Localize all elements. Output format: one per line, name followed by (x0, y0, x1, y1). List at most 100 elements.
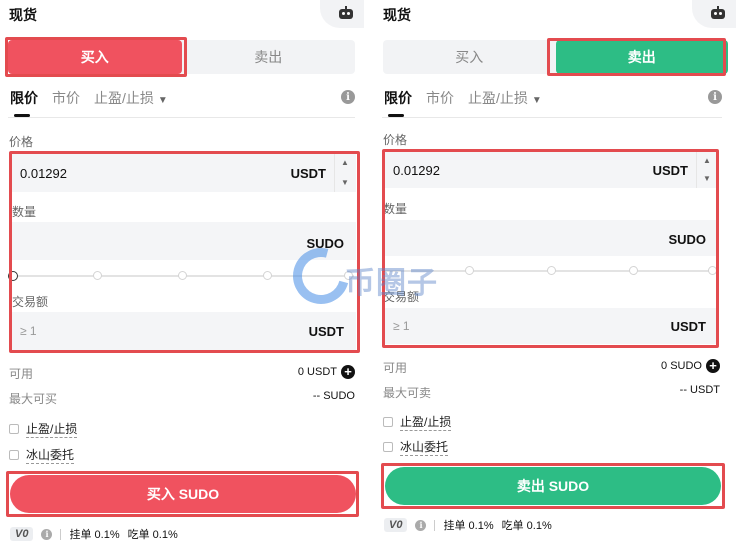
slider-step-25[interactable] (465, 266, 474, 275)
price-stepper[interactable]: ▲ ▼ (696, 152, 718, 188)
amount-slider[interactable] (8, 270, 354, 282)
divider (434, 519, 436, 531)
max-label: 最大可买 (9, 392, 58, 406)
info-icon[interactable]: i (341, 90, 355, 104)
info-icon[interactable]: i (708, 90, 722, 104)
stepper-up-icon[interactable]: ▲ (703, 156, 711, 165)
info-icon[interactable]: i (415, 519, 427, 531)
taker-fee: 吃单 0.1% (127, 529, 178, 541)
price-input[interactable]: 0.01292 USDT ▲ ▼ (12, 154, 356, 192)
trading-bot-button[interactable] (320, 0, 364, 28)
maker-fee: 挂单 0.1% (69, 529, 120, 541)
sell-panel: 现货 买入 卖出 限价 市价 止盈/止损 ▼ i 价格 0.01292 USDT … (374, 0, 736, 554)
tab-limit[interactable]: 限价 (10, 88, 38, 117)
total-placeholder: ≥ 1 (20, 324, 37, 338)
slider-step-75[interactable] (629, 266, 638, 275)
available-row: 可用 0 USDT + (9, 365, 355, 381)
checkbox-box[interactable] (383, 442, 393, 452)
max-row: 最大可买 -- SUDO (9, 390, 355, 406)
info-icon[interactable]: i (41, 528, 53, 540)
tab-sell[interactable]: 卖出 (182, 40, 356, 74)
buy-panel: 现货 买入 卖出 限价 市价 止盈/止损 ▼ i 价格 0.01292 USDT … (0, 0, 364, 554)
price-value: 0.01292 (20, 166, 67, 181)
vip-badge[interactable]: V0 (10, 527, 34, 541)
total-placeholder: ≥ 1 (393, 319, 410, 333)
slider-step-50[interactable] (547, 266, 556, 275)
fee-footer: V0 i 挂单 0.1% 吃单 0.1% (10, 526, 178, 542)
total-label: 交易额 (383, 290, 420, 304)
price-input[interactable]: 0.01292 USDT ▲ ▼ (385, 152, 718, 188)
tpsl-checkbox-label: 止盈/止损 (400, 415, 452, 431)
deposit-plus-icon[interactable]: + (341, 365, 355, 379)
checkbox-box[interactable] (9, 450, 19, 460)
iceberg-checkbox[interactable]: 冰山委托 (9, 446, 75, 464)
divider (8, 117, 355, 118)
tpsl-checkbox-label: 止盈/止损 (26, 422, 78, 438)
slider-step-75[interactable] (263, 271, 272, 280)
tab-market[interactable]: 市价 (426, 88, 454, 108)
tab-buy[interactable]: 买入 (383, 40, 556, 74)
available-label: 可用 (9, 367, 34, 381)
available-row: 可用 0 SUDO + (383, 359, 720, 375)
max-value: -- SUDO (312, 390, 355, 402)
panel-title: 现货 (383, 7, 411, 23)
total-input[interactable]: ≥ 1 USDT (12, 312, 356, 350)
panel-header: 现货 (374, 0, 736, 30)
amount-label: 数量 (383, 202, 408, 216)
tab-tpsl[interactable]: 止盈/止损 ▼ (94, 88, 168, 108)
slider-step-50[interactable] (178, 271, 187, 280)
slider-step-25[interactable] (93, 271, 102, 280)
slider-step-100[interactable] (708, 266, 717, 275)
slider-step-100[interactable] (344, 271, 353, 280)
vip-badge[interactable]: V0 (384, 518, 408, 532)
panel-header: 现货 (0, 0, 364, 30)
max-value: -- USDT (679, 384, 720, 396)
amount-label: 数量 (12, 205, 37, 219)
tab-sell[interactable]: 卖出 (555, 40, 728, 74)
iceberg-checkbox[interactable]: 冰山委托 (383, 438, 449, 456)
checkbox-box[interactable] (383, 417, 393, 427)
available-value: 0 SUDO (661, 360, 702, 372)
price-label: 价格 (9, 135, 34, 149)
panel-title: 现货 (9, 7, 37, 23)
buy-submit-button[interactable]: 买入 SUDO (10, 475, 356, 513)
tab-tpsl-label: 止盈/止损 (94, 90, 154, 106)
trading-bot-button[interactable] (692, 0, 736, 28)
side-tabs: 买入 卖出 (8, 40, 355, 74)
tab-buy[interactable]: 买入 (8, 40, 182, 74)
checkbox-box[interactable] (9, 424, 19, 434)
taker-fee: 吃单 0.1% (501, 520, 552, 532)
side-tabs: 买入 卖出 (383, 40, 728, 74)
divider (60, 528, 62, 540)
total-unit: USDT (308, 324, 344, 339)
tab-market[interactable]: 市价 (52, 88, 80, 108)
maker-fee: 挂单 0.1% (443, 520, 494, 532)
tab-tpsl-label: 止盈/止损 (468, 90, 528, 106)
price-stepper[interactable]: ▲ ▼ (334, 154, 356, 192)
iceberg-checkbox-label: 冰山委托 (400, 440, 449, 456)
amount-slider[interactable] (385, 265, 718, 277)
caret-down-icon: ▼ (157, 95, 168, 106)
amount-input[interactable]: SUDO (12, 222, 356, 260)
tpsl-checkbox[interactable]: 止盈/止损 (383, 413, 452, 431)
stepper-down-icon[interactable]: ▼ (341, 178, 349, 187)
stepper-up-icon[interactable]: ▲ (341, 158, 349, 167)
caret-down-icon: ▼ (531, 95, 542, 106)
deposit-plus-icon[interactable]: + (706, 359, 720, 373)
slider-step-0[interactable] (8, 271, 18, 281)
tpsl-checkbox[interactable]: 止盈/止损 (9, 420, 78, 438)
price-label: 价格 (383, 133, 408, 147)
tab-tpsl[interactable]: 止盈/止损 ▼ (468, 88, 542, 108)
price-unit: USDT (652, 163, 688, 178)
amount-input[interactable]: SUDO (385, 220, 718, 256)
total-input[interactable]: ≥ 1 USDT (385, 308, 718, 344)
fee-footer: V0 i 挂单 0.1% 吃单 0.1% (384, 517, 552, 533)
price-value: 0.01292 (393, 163, 440, 178)
tab-limit[interactable]: 限价 (384, 88, 412, 117)
sell-submit-button[interactable]: 卖出 SUDO (385, 467, 721, 505)
price-unit: USDT (290, 166, 326, 181)
order-type-tabs: 限价 市价 止盈/止损 ▼ (10, 88, 168, 117)
stepper-down-icon[interactable]: ▼ (703, 174, 711, 183)
available-value-wrap: 0 SUDO + (661, 359, 720, 373)
total-label: 交易额 (12, 295, 49, 309)
